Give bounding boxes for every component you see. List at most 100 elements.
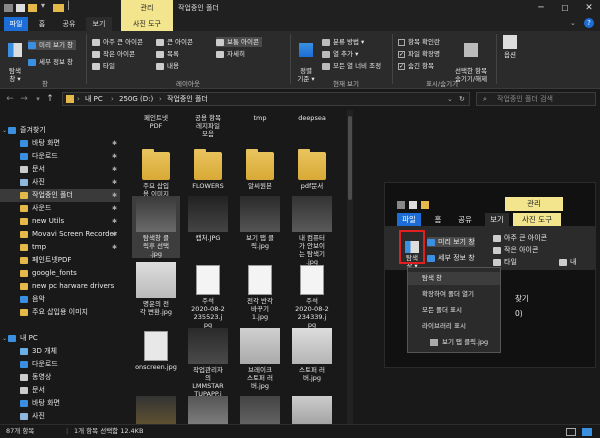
sidebar-item-movavi[interactable]: Movavi Screen Recorder ✱ [0,228,120,241]
sidebar-item-sound[interactable]: 사운드 ✱ [0,202,120,215]
list-item[interactable]: 주석 2020-08-2 235523.j pg [184,262,232,329]
breadcrumb-current-folder[interactable]: 작업중인 폴더 [167,93,208,105]
list-item[interactable] [132,396,180,424]
checkbox-checked[interactable]: ✓ [398,63,405,70]
sidebar-item-insert-images[interactable]: 주요 삽입용 이미지 [0,306,120,319]
list-item[interactable]: 주석 2020-08-2 234339.j pg [288,262,336,329]
list-item[interactable]: 명운의 전 각 변환.jpg [132,262,180,316]
properties-icon[interactable] [16,4,25,12]
list-item[interactable]: FLOWERS [184,148,232,190]
list-item[interactable]: 브레이크 스토퍼 러 버.jpg [236,328,284,390]
sort-by-button[interactable]: 정렬 기준 ▾ [295,35,317,83]
sidebar-item-work-folder[interactable]: 작업중인 폴더 ✱ [0,189,120,202]
maximize-button[interactable]: ☐ [554,0,576,17]
sidebar-item-videos[interactable]: 동영상 [0,371,120,384]
window-menu-icon[interactable] [4,4,13,12]
sidebar-quick-access[interactable]: ⌄ 즐겨찾기 [0,124,120,137]
details-view-icon[interactable] [566,428,576,436]
sidebar-item-music[interactable]: 음악 [0,293,120,306]
sidebar-item-pc-downloads[interactable]: 다운로드 [0,358,120,371]
list-item[interactable]: tmp [236,112,284,122]
sidebar-item-downloads[interactable]: 다운로드 ✱ [0,150,120,163]
list-item[interactable] [236,396,284,424]
new-folder-icon[interactable] [28,4,37,12]
file-extensions-toggle[interactable]: ✓ 파일 확장명 [398,49,440,59]
sidebar-item-pc-pictures[interactable]: 사진 [0,410,120,423]
preview-pane-button[interactable]: 미리 보기 창 [28,40,77,50]
add-column-button[interactable]: 열 추가 ▾ [322,49,358,59]
vertical-scrollbar[interactable] [347,110,353,424]
tab-file[interactable]: 파일 [4,17,28,31]
list-item[interactable]: onscreen.jpg [132,328,180,371]
large-icons-view-icon[interactable] [582,428,592,436]
tab-home[interactable]: 홈 [34,17,50,31]
chevron-right-icon[interactable]: › [111,93,114,105]
sidebar-item-pc-desktop[interactable]: 바탕 화면 [0,397,120,410]
address-dropdown-icon[interactable]: ⌄ [447,93,453,105]
list-item[interactable]: 주요 삽입 용 이미지 [132,148,180,198]
layout-content[interactable]: 내용 [156,61,179,71]
list-item[interactable]: 캡처.JPG [184,196,232,242]
sidebar-item-desktop[interactable]: 바탕 화면 ✱ [0,137,120,150]
sidebar-item-google-fonts[interactable]: google_fonts [0,267,120,280]
minimize-button[interactable]: ─ [530,0,552,17]
layout-large-icons[interactable]: 큰 아이콘 [156,37,193,47]
sidebar-item-3d-objects[interactable]: 3D 개체 [0,345,120,358]
list-item[interactable]: deepsea [288,112,336,122]
list-item[interactable]: 공용 항목 레지파일 모음 [184,112,232,138]
breadcrumb-this-pc[interactable]: 내 PC [85,93,103,105]
chevron-right-icon[interactable]: › [77,93,80,105]
checkbox-checked[interactable]: ✓ [398,51,405,58]
chevron-down-icon[interactable]: ⌄ [2,332,7,345]
list-item[interactable]: 알씨원본 [236,148,284,190]
list-item[interactable]: pdf문서 [288,148,336,190]
tab-picture-tools[interactable]: 사진 도구 [121,17,173,31]
list-item-selected[interactable]: 탐색창 클 릭후 선택 .jpg [132,196,180,258]
breadcrumb-drive[interactable]: 250G (D:) [119,93,153,105]
sidebar-item-tmp[interactable]: tmp ✱ [0,241,120,254]
layout-extra-large-icons[interactable]: 아주 큰 아이콘 [92,37,143,47]
back-button[interactable]: ← [4,92,16,106]
up-button[interactable]: ↑ [44,92,56,106]
hidden-items-toggle[interactable]: ✓ 숨긴 항목 [398,61,434,71]
layout-list[interactable]: 목록 [156,49,179,59]
options-button[interactable]: 옵션 [500,35,520,59]
sidebar-item-pictures[interactable]: 사진 ✱ [0,176,120,189]
layout-small-icons[interactable]: 작은 아이콘 [92,49,135,59]
chevron-down-icon[interactable]: ⌄ [2,124,7,137]
list-item[interactable]: 내 컴퓨터 가 안보이 는 탐색기 .jpg [288,196,336,266]
qat-dropdown-icon[interactable]: ▾ [41,1,45,10]
group-by-button[interactable]: 분류 방법 ▾ [322,37,364,47]
fit-columns-button[interactable]: 모든 열 너비 조정 [322,61,381,71]
recent-locations-button[interactable]: ▾ [32,92,44,106]
collapse-ribbon-icon[interactable]: ⌄ [570,19,576,27]
sidebar-item-paintnet-pdf[interactable]: 페인트넷PDF [0,254,120,267]
layout-details[interactable]: 자세히 [216,49,245,59]
layout-tiles[interactable]: 타일 [92,61,115,71]
sidebar-this-pc[interactable]: ⌄ 내 PC [0,332,120,345]
checkbox-empty[interactable] [398,39,405,46]
chevron-right-icon[interactable]: › [159,93,162,105]
address-bar[interactable]: › 내 PC › 250G (D:) › 작업중인 폴더 ⌄ ↻ [62,92,470,106]
list-item[interactable]: 스토퍼 러 버.jpg [288,328,336,382]
sidebar-item-pc-documents[interactable]: 문서 [0,384,120,397]
list-item[interactable] [288,396,336,424]
navigation-pane-button[interactable]: 탐색 창 ▾ [4,35,26,83]
sidebar-item-new-utils[interactable]: new Utils ✱ [0,215,120,228]
list-item[interactable] [184,396,232,424]
tab-share[interactable]: 공유 [58,17,80,31]
scrollbar-thumb[interactable] [348,116,352,200]
hide-selected-button[interactable]: 선택한 항목 숨기기/해제 [448,35,494,83]
manage-tab[interactable]: 관리 [121,0,173,17]
item-checkboxes-toggle[interactable]: 항목 확인란 [398,37,440,47]
close-button[interactable]: ✕ [578,0,600,17]
search-input[interactable]: ⌕ 작업중인 폴더 검색 [476,92,596,106]
refresh-button[interactable]: ↻ [459,93,465,105]
layout-medium-icons[interactable]: 보통 아이콘 [216,37,262,47]
help-button[interactable]: ? [584,18,594,28]
list-item[interactable]: 페인트넷 PDF [132,112,180,130]
tab-view[interactable]: 보기 [86,17,112,31]
sidebar-item-pc-drivers[interactable]: new pc harware drivers [0,280,120,293]
forward-button[interactable]: → [18,92,30,106]
list-item[interactable]: 보기 탭 클 릭.jpg [236,196,284,250]
